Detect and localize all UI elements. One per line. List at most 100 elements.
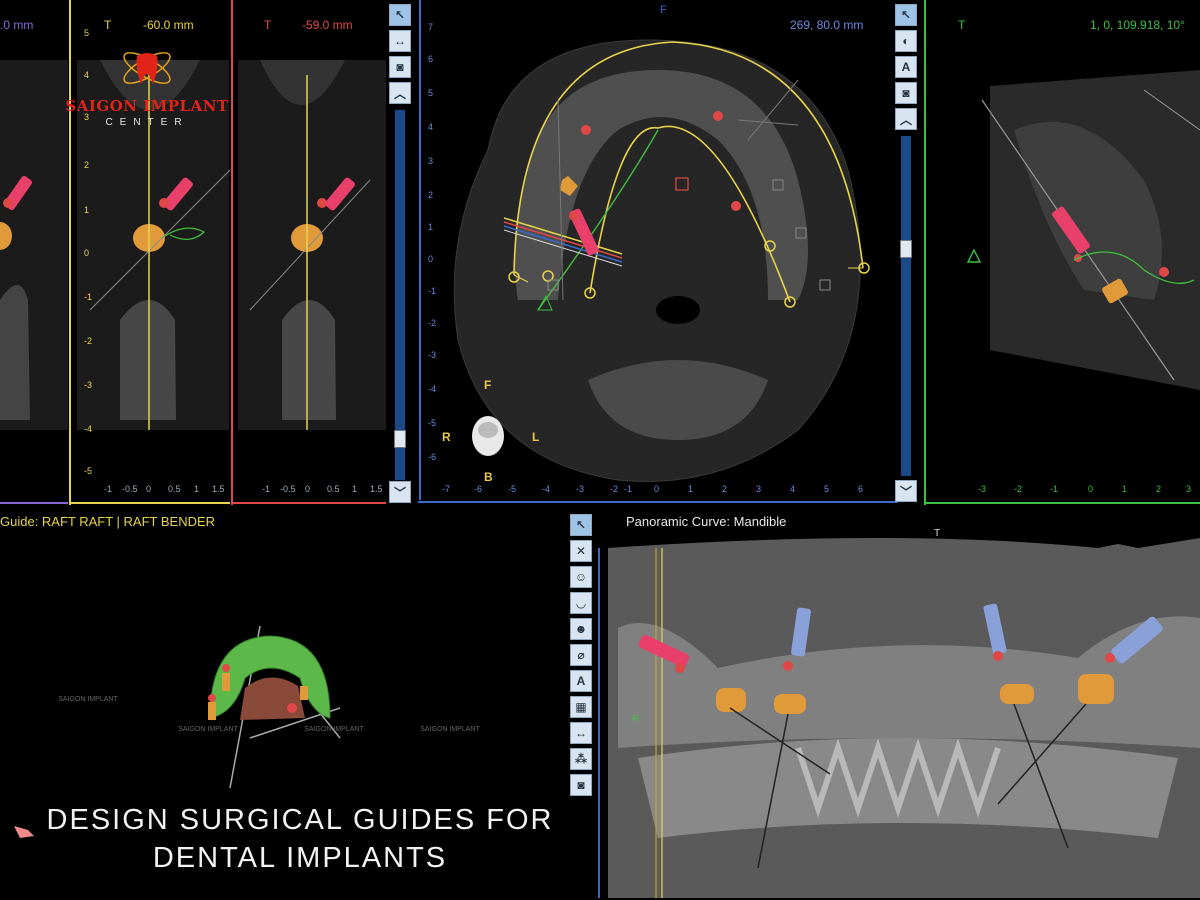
panoramic-side-label: R — [632, 714, 640, 725]
camera-icon[interactable]: ◙ — [389, 56, 411, 78]
cross2-htick-3: 0.5 — [327, 484, 340, 494]
orient-back: B — [484, 470, 493, 484]
face-icon[interactable]: ☻ — [570, 618, 592, 640]
guide-3d-panel: Guide: RAFT RAFT | RAFT BENDER SAIGON IM… — [0, 508, 566, 900]
axial-vtick-10: -3 — [428, 350, 437, 360]
cross2-htick-4: 1 — [352, 484, 358, 494]
cross2-htick-2: 0 — [305, 484, 311, 494]
sag-htick-1: -2 — [1014, 484, 1023, 494]
sagittal-readout: 1, 0, 109.918, 10° — [1090, 18, 1185, 32]
cross1-vtick-6: -1 — [84, 292, 93, 302]
camera-icon[interactable]: ◙ — [895, 82, 917, 104]
cross0-value: .0 mm — [0, 18, 34, 32]
watermark-1: SAIGON IMPLANT — [48, 696, 128, 703]
annotation-icon[interactable]: A — [570, 670, 592, 692]
cross2-htick-5: 1.5 — [370, 484, 383, 494]
axial-toolbar: ↖ ◐ A ◙ ︿ — [893, 4, 919, 130]
cross1-htick-0: -1 — [104, 484, 113, 494]
tooth-logo-icon — [123, 52, 171, 84]
grid-icon[interactable]: ▦ — [570, 696, 592, 718]
cross1-vtick-3: 2 — [84, 160, 90, 170]
watermark-4: SAIGON IMPLANT — [410, 726, 490, 733]
axial-vtick-0: 7 — [428, 22, 434, 32]
axial-vtick-4: 3 — [428, 156, 434, 166]
scroll-down-icon[interactable]: ﹀ — [895, 480, 917, 502]
axial-readout: 269, 80.0 mm — [790, 18, 864, 32]
orient-front: F — [484, 378, 492, 392]
axial-htick-9: 2 — [722, 484, 728, 494]
sag-htick-6: 3 — [1186, 484, 1192, 494]
cross1-htick-2: 0 — [146, 484, 152, 494]
cross2-htick-1: -0.5 — [280, 484, 296, 494]
camera-icon[interactable]: ◙ — [570, 774, 592, 796]
skull-icon[interactable]: ☺ — [570, 566, 592, 588]
cross1-vtick-5: 0 — [84, 248, 90, 258]
delete-icon[interactable]: ✕ — [570, 540, 592, 562]
cluster-icon[interactable]: ⁂ — [570, 748, 592, 770]
orient-left: L — [532, 430, 540, 444]
cross1-value: -60.0 mm — [143, 18, 194, 32]
cross-scroll-thumb[interactable] — [394, 430, 406, 448]
annotation-icon[interactable]: A — [895, 56, 917, 78]
axial-htick-2: -5 — [508, 484, 517, 494]
axial-vtick-8: -1 — [428, 286, 437, 296]
cross1-htick-4: 1 — [194, 484, 200, 494]
axial-overlay — [418, 0, 898, 503]
sag-htick-3: 0 — [1088, 484, 1094, 494]
scroll-up-icon[interactable]: ︿ — [389, 82, 411, 104]
teeth-icon[interactable]: ◡ — [570, 592, 592, 614]
caption-line-1: DESIGN SURGICAL GUIDES FOR — [46, 804, 554, 836]
panoramic-top-label: T — [934, 528, 941, 539]
cross-scrollbar[interactable] — [394, 110, 406, 480]
cross1-htick-3: 0.5 — [168, 484, 181, 494]
cross1-pos-label: T — [104, 18, 112, 32]
axial-htick-4: -3 — [576, 484, 585, 494]
axial-htick-12: 5 — [824, 484, 830, 494]
axial-scrollbar[interactable] — [900, 136, 912, 476]
sag-htick-0: -3 — [978, 484, 987, 494]
axial-vtick-3: 4 — [428, 122, 434, 132]
measure-icon[interactable]: ↔ — [570, 722, 592, 744]
scroll-up-icon[interactable]: ︿ — [895, 108, 917, 130]
sagittal-panel: T 1, 0, 109.918, 10° -3 -2 -1 0 1 2 3 — [924, 0, 1200, 505]
axial-scroll-thumb[interactable] — [900, 240, 912, 258]
watermark-4-brand: SAIGON IMPLANT — [420, 726, 480, 733]
axial-vtick-11: -4 — [428, 384, 437, 394]
cross-section-panel: .0 mm T -60.0 mm T -59.0 mm 5 4 3 2 1 0 … — [0, 0, 418, 505]
cross1-vtick-10: -5 — [84, 466, 93, 476]
scroll-down-icon[interactable]: ﹀ — [389, 481, 411, 503]
select-icon[interactable]: ↖ — [570, 514, 592, 536]
cross1-vtick-4: 1 — [84, 205, 90, 215]
axial-htick-6: -1 — [624, 484, 633, 494]
guide-title: Guide: RAFT RAFT | RAFT BENDER — [0, 514, 216, 529]
select-icon[interactable]: ↖ — [389, 4, 411, 26]
select-icon[interactable]: ↖ — [895, 4, 917, 26]
watermark-2-brand: SAIGON IMPLANT — [178, 726, 238, 733]
cross1-vtick-7: -2 — [84, 336, 93, 346]
axial-panel: F 269, 80.0 mm F R L B 7 6 5 4 3 2 1 0 -… — [418, 0, 924, 505]
cross1-vtick-0: 5 — [84, 28, 90, 38]
implant-icon[interactable]: ⌀ — [570, 644, 592, 666]
cross1-vtick-9: -4 — [84, 424, 93, 434]
cross2-value: -59.0 mm — [302, 18, 353, 32]
measure-icon[interactable]: ↔ — [389, 30, 411, 52]
axial-vtick-1: 6 — [428, 54, 434, 64]
axial-htick-0: -7 — [442, 484, 451, 494]
cross-toolbar: ↖ ↔ ◙ ︿ — [387, 4, 413, 104]
view-icon[interactable]: ◐ — [895, 30, 917, 52]
cross1-htick-5: 1.5 — [212, 484, 225, 494]
axial-htick-3: -4 — [542, 484, 551, 494]
panoramic-overlay — [598, 538, 1200, 898]
cross1-vtick-8: -3 — [84, 380, 93, 390]
axial-htick-5: -2 — [610, 484, 619, 494]
caption-line-2: DENTAL IMPLANTS — [152, 842, 448, 874]
axial-htick-1: -6 — [474, 484, 483, 494]
watermark-3-brand: SAIGON IMPLANT — [304, 726, 364, 733]
panoramic-title: Panoramic Curve: Mandible — [626, 514, 787, 529]
sagittal-overlay — [924, 0, 1200, 505]
watermark-1-brand: SAIGON IMPLANT — [58, 696, 118, 703]
axial-vtick-13: -6 — [428, 452, 437, 462]
axial-vtick-5: 2 — [428, 190, 434, 200]
axial-vtick-9: -2 — [428, 318, 437, 328]
panoramic-panel: Panoramic Curve: Mandible T R — [598, 508, 1200, 900]
